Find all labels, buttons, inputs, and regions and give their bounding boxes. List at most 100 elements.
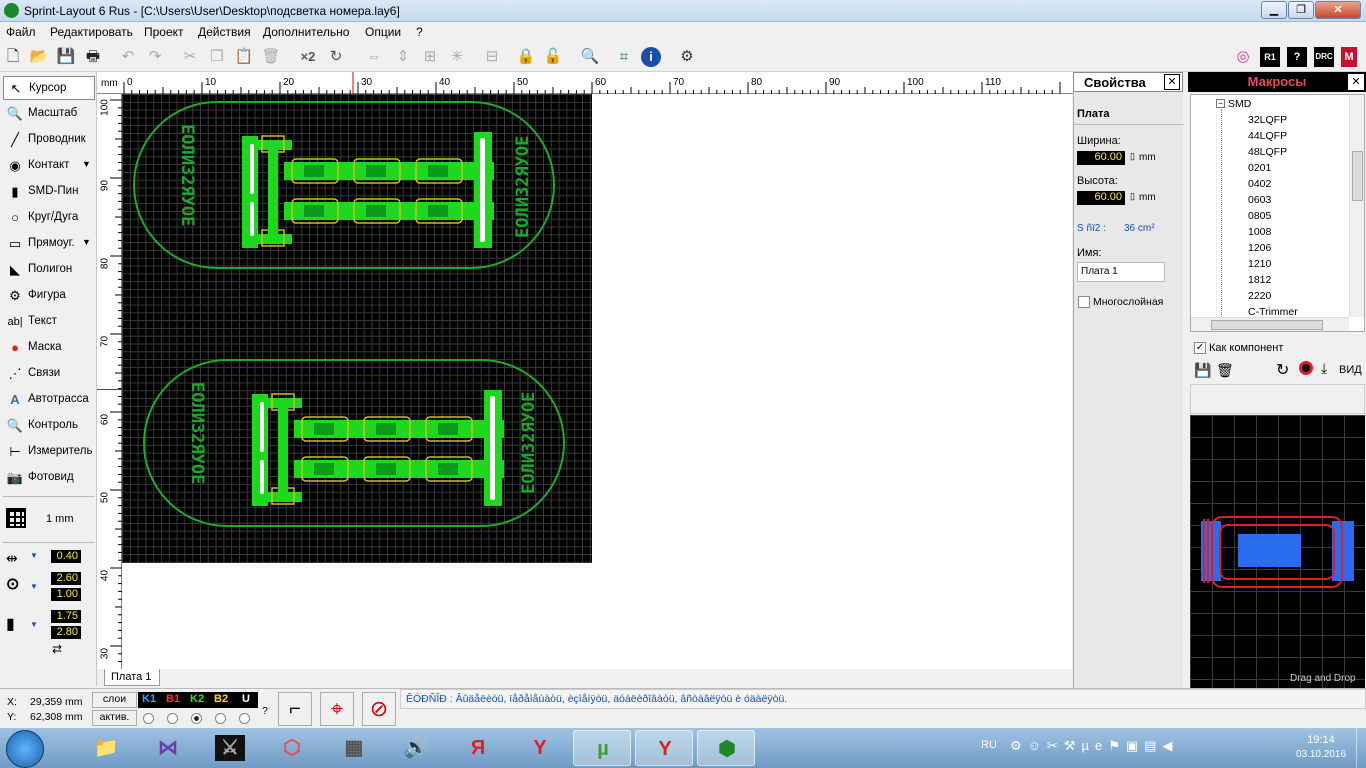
macro-preview[interactable]: Drag and Drop — [1190, 415, 1365, 688]
help-mark[interactable]: ? — [262, 705, 268, 717]
redo-icon[interactable]: ↷ — [145, 47, 165, 67]
unlock-icon[interactable]: 🔓 — [543, 47, 563, 67]
tree-item[interactable]: 0805 — [1248, 210, 1271, 222]
layer-k1[interactable]: K1 — [142, 693, 156, 705]
open-folder-icon[interactable]: 📂 — [29, 47, 49, 67]
rotate-icon[interactable]: ↻ — [1276, 360, 1289, 380]
mirror-v-icon[interactable]: ⇕ — [393, 47, 413, 67]
scroll-thumb[interactable] — [1211, 320, 1323, 330]
grid-size[interactable]: 1 mm — [46, 513, 74, 525]
radio-k1[interactable] — [143, 713, 154, 724]
maximize-button[interactable]: ❐ — [1288, 1, 1314, 19]
pcb-board[interactable]: ЕОЛИ32ЯУОЕ ЕОЛИ32ЯУОЕ ЕОЛИ32ЯУОЕ ЕОЛИ32Я… — [122, 94, 592, 563]
tree-item[interactable]: 1210 — [1248, 258, 1271, 270]
dropdown-arrow-icon[interactable]: ▼ — [30, 551, 38, 560]
tool-cursor[interactable]: ↖ Курсор — [3, 76, 95, 100]
tool-rect[interactable]: ▭ Прямоуг. ▼ — [3, 232, 95, 256]
mirror-h-icon[interactable]: ⇔ — [364, 47, 384, 67]
lock-icon[interactable]: 🔒 — [516, 47, 536, 67]
smd-width-value[interactable]: 1.75 — [51, 610, 81, 623]
pad-outer-value[interactable]: 2.60 — [51, 572, 81, 585]
macros-close-button[interactable]: ✕ — [1348, 74, 1364, 90]
undo-icon[interactable]: ↶ — [118, 47, 138, 67]
view-label[interactable]: ВИД — [1339, 364, 1362, 376]
close-button[interactable]: ✕ — [1315, 1, 1361, 19]
dropdown-arrow-icon[interactable]: ▼ — [30, 620, 38, 629]
duplicate-x2-icon[interactable]: ×2 — [296, 47, 320, 67]
mask-layer-icon[interactable]: ◎ — [1233, 47, 1253, 67]
tool-circle[interactable]: ○ Круг/Дуга — [3, 206, 95, 230]
smd-height-value[interactable]: 2.80 — [51, 626, 81, 639]
name-field[interactable]: Плата 1 — [1077, 262, 1165, 282]
settings-gear-icon[interactable]: ⚙ — [677, 47, 697, 67]
layer-b1[interactable]: B1 — [166, 693, 180, 705]
width-field[interactable]: 60.00 — [1077, 151, 1125, 165]
show-desktop-button[interactable] — [1356, 728, 1366, 768]
grid-icon[interactable] — [6, 508, 26, 528]
tree-item[interactable]: 1008 — [1248, 226, 1271, 238]
tool-polygon[interactable]: ◣ Полигон — [3, 258, 95, 282]
cut-icon[interactable]: ✂ — [180, 47, 200, 67]
mask-icon[interactable] — [1299, 361, 1313, 375]
taskbar-browser2[interactable]: Y — [635, 730, 693, 766]
menu-options[interactable]: Опции — [365, 25, 401, 39]
radio-u[interactable] — [239, 713, 250, 724]
taskbar-calculator[interactable]: ▦ — [325, 730, 383, 766]
new-file-icon[interactable]: 🗋 — [3, 47, 23, 67]
menu-actions[interactable]: Действия — [198, 25, 251, 39]
taskbar-media[interactable]: 🔊 — [387, 730, 445, 766]
taskbar-explorer[interactable]: 📁 — [77, 730, 135, 766]
as-component-checkbox[interactable]: ✓ — [1194, 342, 1206, 354]
tool-autoroute[interactable]: A Автотрасса — [3, 388, 95, 412]
taskbar-app4[interactable]: ⬡ — [263, 730, 321, 766]
tree-item[interactable]: 44LQFP — [1248, 130, 1287, 142]
track-mode-icon[interactable]: ⌐ — [278, 692, 312, 726]
language-indicator[interactable]: RU — [981, 739, 997, 751]
tree-item[interactable]: 32LQFP — [1248, 114, 1287, 126]
tree-item[interactable]: 1206 — [1248, 242, 1271, 254]
tool-figure[interactable]: ⚙ Фигура — [3, 284, 95, 308]
menu-help[interactable]: ? — [416, 25, 423, 39]
crosshair-icon[interactable]: ⌖ — [320, 692, 354, 726]
menu-file[interactable]: Файл — [6, 25, 36, 39]
delete-icon[interactable]: 🗑 — [261, 47, 281, 67]
tool-pad[interactable]: ◉ Контакт ▼ — [3, 154, 95, 178]
tree-item[interactable]: 2220 — [1248, 290, 1271, 302]
tool-control[interactable]: 🔍 Контроль — [3, 414, 95, 438]
tree-item[interactable]: 0201 — [1248, 162, 1271, 174]
zoom-fit-icon[interactable]: 🔍 — [580, 47, 600, 67]
horizontal-scrollbar[interactable] — [1191, 317, 1349, 331]
collapse-icon[interactable]: − — [1216, 99, 1225, 108]
rotate-icon[interactable]: ↻ — [326, 47, 346, 67]
clock-date[interactable]: 03.10.2016 — [1291, 749, 1351, 760]
macro-m-icon[interactable]: M — [1341, 47, 1357, 67]
pad-inner-value[interactable]: 1.00 — [51, 588, 81, 601]
snap-icon[interactable]: ✳ — [447, 47, 467, 67]
height-field[interactable]: 60.00 — [1077, 191, 1125, 205]
radio-k2[interactable] — [191, 713, 202, 724]
drc-icon[interactable]: DRC — [1314, 47, 1334, 67]
clock-time[interactable]: 19:14 — [1296, 734, 1346, 746]
taskbar-utorrent[interactable]: µ — [573, 730, 631, 766]
print-icon[interactable]: 🖶 — [83, 47, 103, 67]
tool-text[interactable]: ab| Текст — [3, 310, 95, 334]
tool-smd[interactable]: ▮ SMD-Пин — [3, 180, 95, 204]
no-connect-icon[interactable]: ⊘ — [362, 692, 396, 726]
group-icon[interactable]: ⊟ — [482, 47, 502, 67]
taskbar-app3[interactable]: ⚔ — [201, 730, 259, 766]
swap-icon[interactable]: ⇄ — [52, 642, 62, 656]
multilayer-checkbox[interactable] — [1078, 296, 1090, 308]
vertical-scrollbar[interactable] — [1349, 95, 1364, 317]
properties-close-button[interactable]: ✕ — [1164, 74, 1180, 90]
menu-edit[interactable]: Редактировать — [50, 25, 133, 39]
tray-icons[interactable]: ⚙☺✂⚒µe⚑▣▤◀ — [1010, 738, 1178, 754]
dropdown-arrow-icon[interactable]: ▼ — [30, 582, 38, 591]
r1-icon[interactable]: R1 — [1260, 47, 1280, 67]
tool-measure[interactable]: ⊢ Измеритель — [3, 440, 95, 464]
spinner-icon[interactable]: ▯ — [1130, 151, 1135, 162]
layer-k2[interactable]: K2 — [190, 693, 204, 705]
scroll-thumb[interactable] — [1352, 151, 1363, 201]
download-icon[interactable]: ⤓ — [1321, 360, 1327, 377]
save-macro-icon[interactable]: 💾 — [1194, 362, 1211, 379]
layer-b2[interactable]: B2 — [214, 693, 228, 705]
